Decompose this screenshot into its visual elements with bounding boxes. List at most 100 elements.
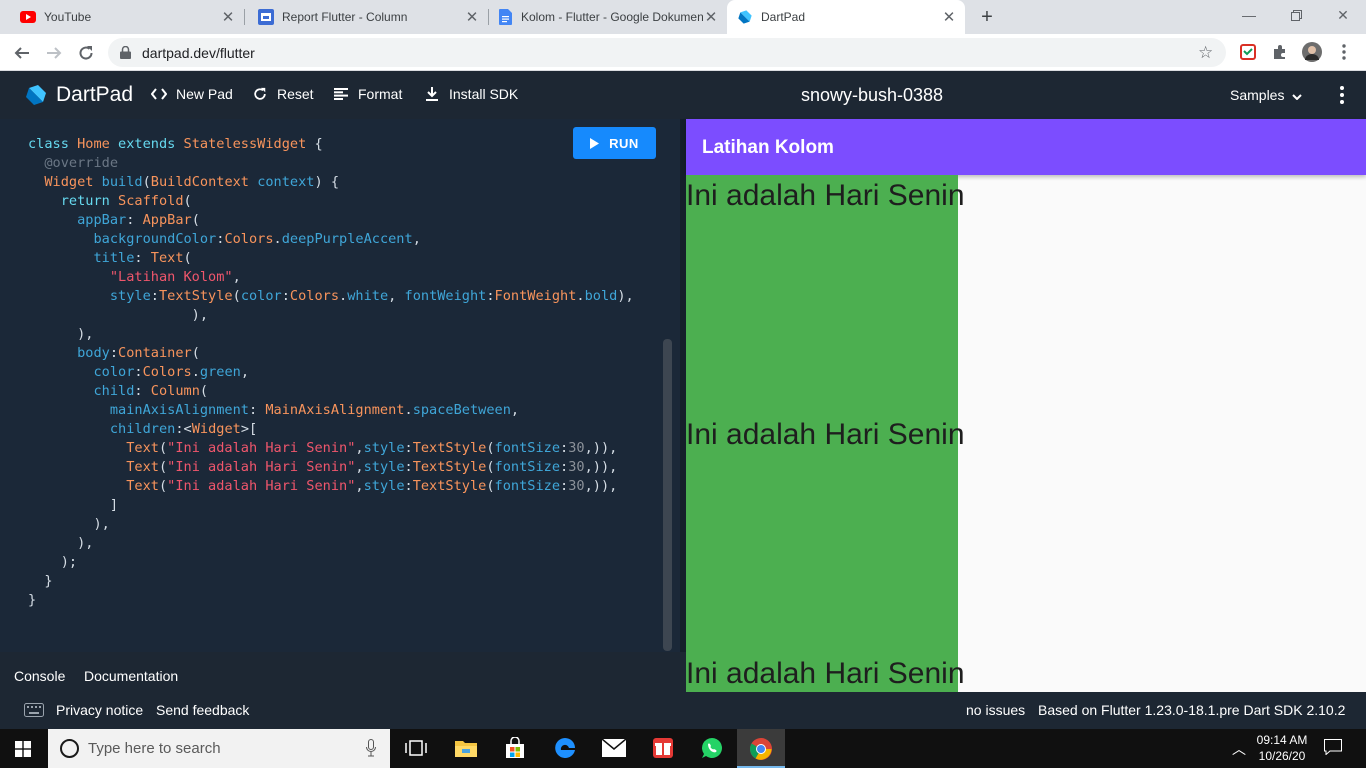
mail-icon[interactable]	[602, 736, 626, 760]
code-line[interactable]: class Home extends StatelessWidget {	[28, 135, 634, 154]
task-view-icon[interactable]	[404, 736, 428, 760]
code-line[interactable]: }	[28, 572, 634, 591]
code-token: Text	[28, 459, 159, 475]
taskbar-clock[interactable]: 09:14 AM 10/26/20	[1250, 732, 1314, 764]
chrome-menu-icon[interactable]	[1334, 42, 1354, 62]
code-line[interactable]: children:<Widget>[	[28, 420, 634, 439]
run-button[interactable]: RUN	[573, 127, 656, 159]
new-tab-button[interactable]: +	[976, 6, 998, 28]
notification-center-icon[interactable]	[1324, 739, 1342, 755]
browser-tab-dartpad[interactable]: DartPad ✕	[727, 0, 965, 34]
samples-dropdown[interactable]: Samples	[1230, 87, 1303, 103]
code-token: ,	[240, 364, 249, 380]
code-token: title	[28, 250, 135, 266]
forward-icon[interactable]	[42, 41, 66, 65]
close-tab-icon[interactable]: ✕	[220, 9, 236, 26]
code-token: ),	[28, 516, 110, 532]
privacy-notice-link[interactable]: Privacy notice	[56, 702, 143, 718]
code-line[interactable]: mainAxisAlignment: MainAxisAlignment.spa…	[28, 401, 634, 420]
install-sdk-button[interactable]: Install SDK	[423, 85, 518, 103]
code-line[interactable]: }	[28, 591, 634, 610]
gift-app-icon[interactable]	[651, 736, 675, 760]
address-bar[interactable]: dartpad.dev/flutter ☆	[108, 38, 1226, 67]
minimize-button[interactable]: —	[1226, 4, 1272, 26]
code-line[interactable]: ]	[28, 496, 634, 515]
app-bar-title: Latihan Kolom	[702, 137, 834, 158]
browser-tab-report[interactable]: Report Flutter - Column ✕	[238, 0, 489, 34]
keyboard-icon[interactable]	[24, 703, 44, 717]
dart-icon	[737, 9, 753, 25]
code-content[interactable]: class Home extends StatelessWidget { @ov…	[28, 135, 634, 610]
format-label: Format	[358, 86, 403, 102]
code-line[interactable]: "Latihan Kolom",	[28, 268, 634, 287]
code-line[interactable]: ),	[28, 306, 634, 325]
close-tab-icon[interactable]: ✕	[941, 9, 957, 26]
code-token: 30	[568, 478, 585, 494]
clock-time: 09:14 AM	[1256, 733, 1308, 747]
column-text-1: Ini adalah Hari Senin	[686, 179, 965, 212]
browser-tab-youtube[interactable]: YouTube ✕	[0, 0, 245, 34]
tab-title: Kolom - Flutter - Google Dokumen	[521, 10, 703, 24]
code-line[interactable]: backgroundColor:Colors.deepPurpleAccent,	[28, 230, 634, 249]
microsoft-store-icon[interactable]	[503, 736, 527, 760]
code-token: :	[248, 402, 266, 418]
code-line[interactable]: Widget build(BuildContext context) {	[28, 173, 634, 192]
code-line[interactable]: return Scaffold(	[28, 192, 634, 211]
tray-expand-icon[interactable]: ︿	[1232, 739, 1246, 759]
issues-status[interactable]: no issues	[966, 702, 1025, 718]
code-token: body	[28, 345, 110, 361]
profile-avatar[interactable]	[1302, 42, 1322, 62]
new-pad-button[interactable]: New Pad	[150, 85, 233, 103]
restore-button[interactable]	[1273, 4, 1319, 26]
code-token: fontSize	[494, 440, 561, 456]
format-button[interactable]: Format	[332, 85, 402, 103]
reload-icon[interactable]	[74, 41, 98, 65]
code-line[interactable]: Text("Ini adalah Hari Senin",style:TextS…	[28, 458, 634, 477]
tab-console[interactable]: Console	[14, 668, 65, 684]
code-line[interactable]: child: Column(	[28, 382, 634, 401]
code-token: Text	[150, 250, 184, 266]
code-token: (	[232, 288, 241, 304]
windows-start-icon[interactable]	[15, 741, 31, 757]
code-line[interactable]: style:TextStyle(color:Colors.white, font…	[28, 287, 634, 306]
code-token: TextStyle	[412, 459, 487, 475]
code-token: >[	[240, 421, 258, 437]
code-line[interactable]: appBar: AppBar(	[28, 211, 634, 230]
tab-documentation[interactable]: Documentation	[84, 668, 178, 684]
code-token: ) {	[314, 174, 340, 190]
reset-button[interactable]: Reset	[251, 85, 314, 103]
extension-icon[interactable]	[1238, 42, 1258, 62]
bookmark-star-icon[interactable]: ☆	[1198, 43, 1213, 63]
edge-icon[interactable]	[553, 736, 577, 760]
chrome-taskbar-button[interactable]	[737, 729, 785, 768]
code-line[interactable]: title: Text(	[28, 249, 634, 268]
send-feedback-link[interactable]: Send feedback	[156, 702, 249, 718]
code-token: fontSize	[494, 459, 561, 475]
code-line[interactable]: ),	[28, 534, 634, 553]
code-line[interactable]: Text("Ini adalah Hari Senin",style:TextS…	[28, 477, 634, 496]
puzzle-extensions-icon[interactable]	[1270, 42, 1290, 62]
code-token: TextStyle	[412, 440, 487, 456]
close-tab-icon[interactable]: ✕	[703, 9, 719, 26]
editor-scrollbar[interactable]	[663, 339, 672, 651]
back-icon[interactable]	[10, 41, 34, 65]
app-bar: Latihan Kolom	[686, 119, 1366, 175]
more-vert-icon[interactable]	[1334, 85, 1350, 105]
code-line[interactable]: body:Container(	[28, 344, 634, 363]
file-explorer-icon[interactable]	[454, 736, 478, 760]
code-line[interactable]: color:Colors.green,	[28, 363, 634, 382]
whatsapp-icon[interactable]	[700, 736, 724, 760]
close-window-button[interactable]: ✕	[1320, 4, 1366, 26]
code-token: }	[28, 573, 53, 589]
code-token: :	[134, 250, 151, 266]
code-editor[interactable]: class Home extends StatelessWidget { @ov…	[0, 119, 680, 652]
code-line[interactable]: @override	[28, 154, 634, 173]
code-line[interactable]: );	[28, 553, 634, 572]
code-line[interactable]: Text("Ini adalah Hari Senin",style:TextS…	[28, 439, 634, 458]
microphone-icon[interactable]	[366, 739, 376, 757]
code-line[interactable]: ),	[28, 515, 634, 534]
taskbar-search[interactable]: Type here to search	[48, 729, 390, 768]
browser-tab-docs[interactable]: Kolom - Flutter - Google Dokumen ✕	[477, 0, 728, 34]
code-line[interactable]: ),	[28, 325, 634, 344]
code-token: Text	[28, 440, 159, 456]
